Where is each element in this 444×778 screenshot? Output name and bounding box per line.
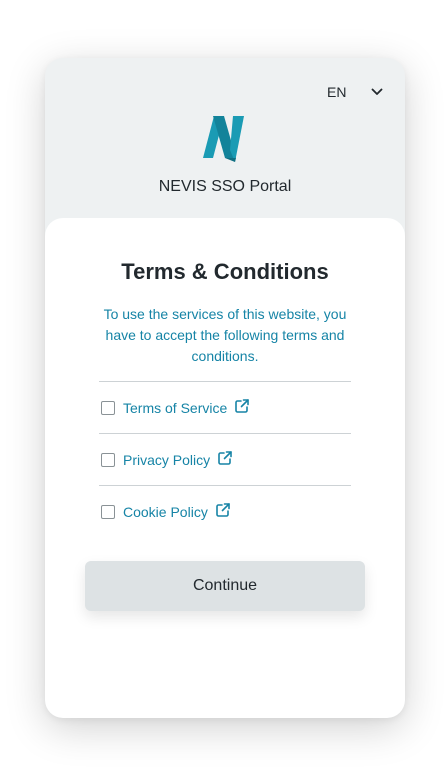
external-link-icon[interactable] <box>217 450 233 466</box>
policy-row-cookie-policy: Cookie Policy <box>99 486 351 537</box>
chevron-down-icon <box>371 88 383 95</box>
privacy-policy-checkbox[interactable] <box>101 452 115 467</box>
terms-panel: Terms & Conditions To use the services o… <box>45 218 405 718</box>
terms-heading: Terms & Conditions <box>121 259 329 284</box>
cookie-policy-link[interactable]: Cookie Policy <box>123 504 208 520</box>
policy-row-terms-of-service: Terms of Service <box>99 382 351 434</box>
language-selector[interactable]: EN <box>327 84 384 100</box>
nevis-logo-icon <box>203 116 244 162</box>
terms-intro-text: To use the services of this website, you… <box>103 306 347 364</box>
policy-row-privacy-policy: Privacy Policy <box>99 434 351 486</box>
external-link-icon[interactable] <box>234 398 250 414</box>
login-card: EN NEVIS SSO Portal Terms & Conditions T… <box>45 58 405 718</box>
privacy-policy-link[interactable]: Privacy Policy <box>123 452 210 468</box>
terms-of-service-checkbox[interactable] <box>101 400 115 415</box>
terms-of-service-link[interactable]: Terms of Service <box>123 400 227 416</box>
policy-list: Terms of Service Privacy Policy Cookie P… <box>99 381 351 537</box>
cookie-policy-checkbox[interactable] <box>101 504 115 519</box>
language-label: EN <box>327 84 347 100</box>
portal-title: NEVIS SSO Portal <box>158 178 292 195</box>
external-link-icon[interactable] <box>215 502 231 518</box>
continue-button[interactable]: Continue <box>85 561 365 611</box>
